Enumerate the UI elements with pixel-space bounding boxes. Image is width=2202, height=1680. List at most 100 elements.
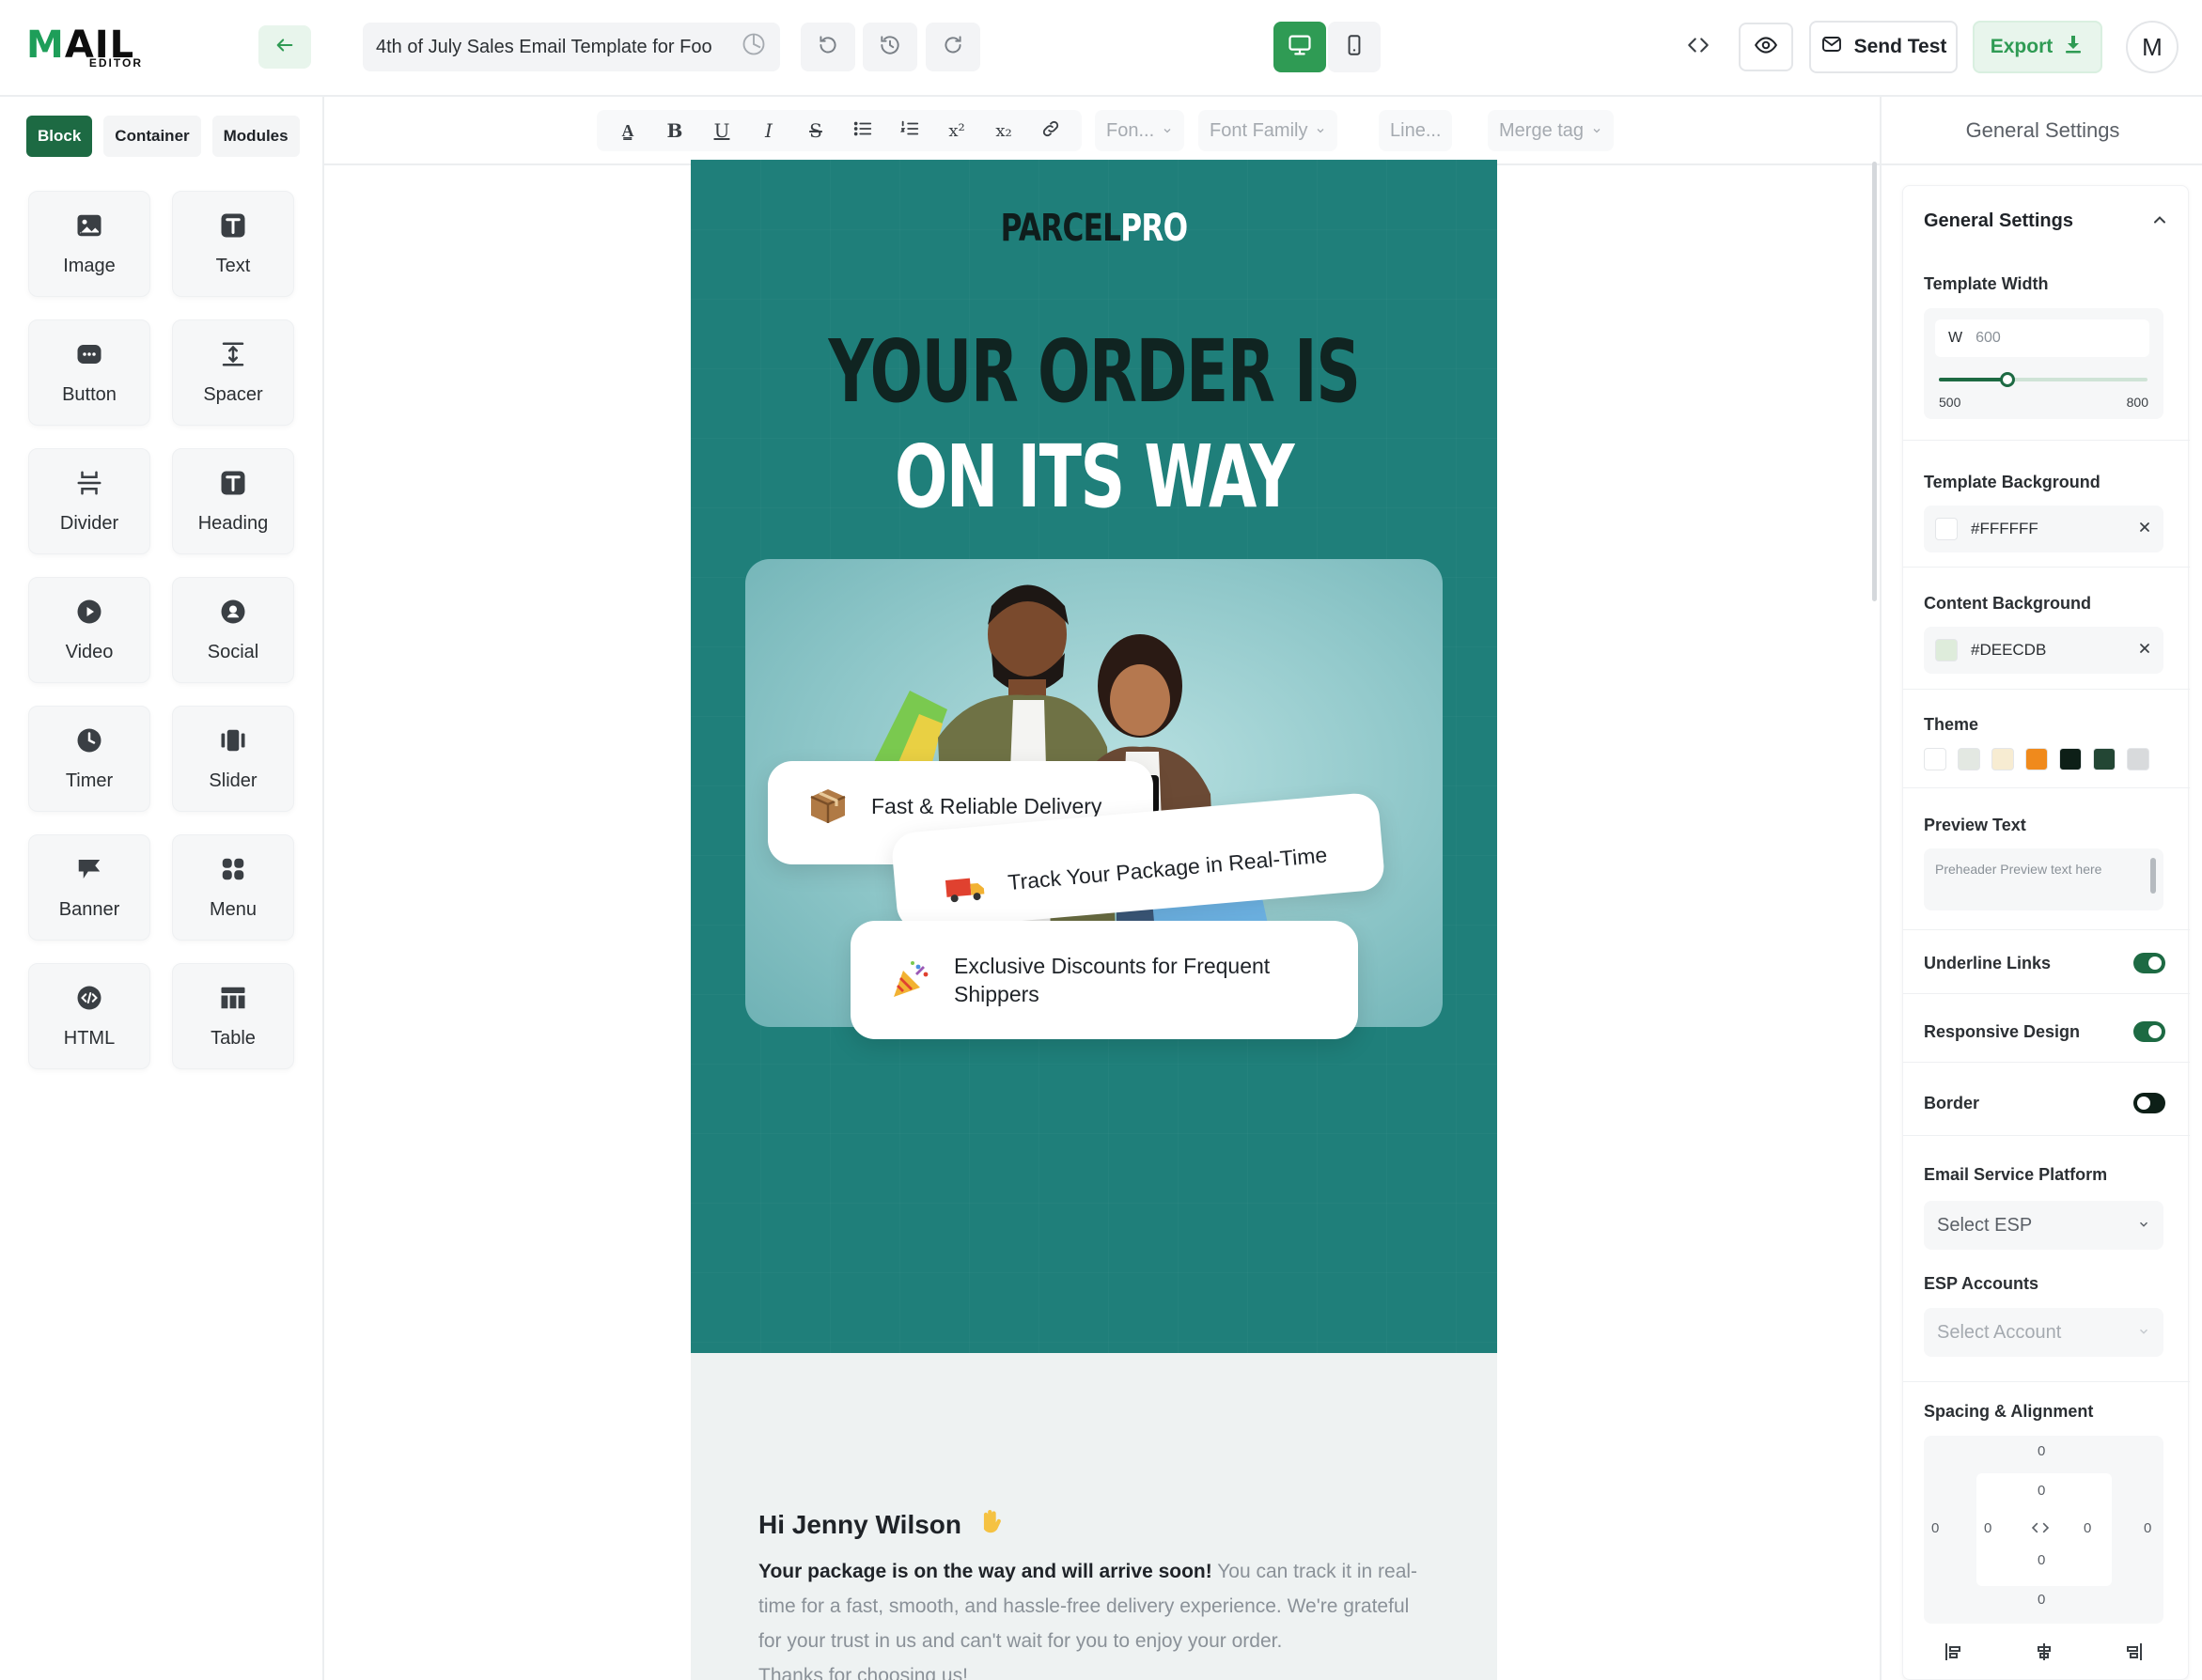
underline-button[interactable]: U — [698, 110, 745, 151]
hero-section[interactable]: PARCELPRO YOUR ORDER IS ON ITS WAY Fast … — [691, 160, 1497, 1353]
align-left-icon[interactable] — [1943, 1641, 1965, 1668]
width-input[interactable]: W 600 — [1935, 319, 2149, 357]
divider — [1903, 567, 2190, 568]
block-slider[interactable]: Slider — [172, 706, 294, 812]
line-height-select[interactable]: Line... — [1379, 110, 1453, 151]
social-icon — [219, 598, 247, 630]
merge-tag-select[interactable]: Merge tag — [1488, 110, 1615, 151]
block-banner[interactable]: Banner — [28, 834, 150, 941]
subscript-button[interactable]: x₂ — [980, 110, 1027, 151]
template-background-label: Template Background — [1924, 473, 2100, 491]
template-background-field[interactable]: #FFFFFF — [1924, 506, 2163, 552]
padding-left-value[interactable]: 0 — [1984, 1520, 1991, 1536]
block-text[interactable]: Text — [172, 191, 294, 297]
theme-color-swatch[interactable] — [1958, 748, 1980, 770]
font-family-select[interactable]: Font Family — [1198, 110, 1338, 151]
desktop-view-button[interactable] — [1273, 22, 1326, 72]
divider — [1903, 689, 2190, 690]
textarea-scrollbar[interactable] — [2150, 858, 2156, 894]
italic-button[interactable]: I — [745, 110, 792, 151]
strikethrough-button[interactable]: S — [792, 110, 839, 151]
bold-button[interactable]: B — [651, 110, 698, 151]
block-timer[interactable]: Timer — [28, 706, 150, 812]
block-image[interactable]: Image — [28, 191, 150, 297]
block-table[interactable]: Table — [172, 963, 294, 1069]
theme-color-swatch[interactable] — [2025, 748, 2048, 770]
link-button[interactable] — [1027, 110, 1074, 151]
theme-color-swatch[interactable] — [2093, 748, 2116, 770]
merge-tag-value: Merge tag — [1499, 119, 1585, 141]
margin-left-value[interactable]: 0 — [1931, 1520, 1939, 1536]
undo-button[interactable] — [801, 23, 855, 71]
email-preview[interactable]: PARCELPRO YOUR ORDER IS ON ITS WAY Fast … — [691, 160, 1497, 1680]
mobile-view-button[interactable] — [1328, 22, 1381, 72]
history-icon — [878, 33, 902, 62]
block-social[interactable]: Social — [172, 577, 294, 683]
strikethrough-icon: S — [809, 119, 822, 142]
theme-color-swatch[interactable] — [1991, 748, 2014, 770]
responsive-design-toggle[interactable] — [2133, 1021, 2165, 1042]
margin-bottom-value[interactable]: 0 — [2038, 1592, 2045, 1608]
close-icon[interactable] — [2137, 520, 2152, 539]
template-title-field[interactable]: 4th of July Sales Email Template for Foo — [363, 23, 780, 71]
chevron-down-icon — [2137, 1215, 2150, 1237]
theme-color-swatch[interactable] — [1924, 748, 1946, 770]
export-button[interactable]: Export — [1973, 21, 2102, 73]
chevron-up-icon[interactable] — [2150, 210, 2169, 234]
width-slider[interactable] — [1939, 372, 2147, 387]
block-video[interactable]: Video — [28, 577, 150, 683]
margin-top-value[interactable]: 0 — [2038, 1443, 2045, 1459]
block-heading[interactable]: Heading — [172, 448, 294, 554]
block-spacer[interactable]: Spacer — [172, 319, 294, 426]
sidebar-tabs: Block Container Modules — [26, 116, 300, 157]
border-toggle[interactable] — [2133, 1093, 2165, 1113]
tab-block[interactable]: Block — [26, 116, 93, 157]
width-prefix: W — [1948, 330, 1963, 346]
padding-top-value[interactable]: 0 — [2038, 1483, 2045, 1499]
preview-button[interactable] — [1739, 23, 1793, 71]
package-icon — [805, 784, 851, 829]
width-slider-handle[interactable] — [2000, 372, 2016, 387]
block-label: Slider — [209, 770, 258, 791]
align-center-icon[interactable] — [2033, 1641, 2055, 1668]
padding-bottom-value[interactable]: 0 — [2038, 1552, 2045, 1568]
block-menu[interactable]: Menu — [172, 834, 294, 941]
code-view-button[interactable] — [1671, 23, 1726, 71]
redo-button[interactable] — [926, 23, 980, 71]
tab-container[interactable]: Container — [103, 116, 201, 157]
save-status-icon — [741, 31, 767, 63]
align-right-icon[interactable] — [2122, 1641, 2145, 1668]
body-paragraph[interactable]: Your package is on the way and will arri… — [758, 1554, 1435, 1680]
feature-pill-discounts[interactable]: Exclusive Discounts for Frequent Shipper… — [851, 921, 1358, 1039]
block-divider[interactable]: Divider — [28, 448, 150, 554]
theme-color-swatch[interactable] — [2059, 748, 2082, 770]
feature-text: Exclusive Discounts for Frequent Shipper… — [954, 954, 1271, 1006]
greeting-heading[interactable]: Hi Jenny Wilson — [758, 1505, 1007, 1544]
code-icon — [1686, 33, 1710, 62]
underline-links-label: Underline Links — [1924, 954, 2052, 972]
underline-links-toggle[interactable] — [2133, 953, 2165, 973]
tab-modules[interactable]: Modules — [211, 116, 300, 157]
esp-select[interactable]: Select ESP — [1924, 1201, 2163, 1250]
canvas-scrollbar[interactable] — [1872, 162, 1877, 601]
preview-text-input[interactable]: Preheader Preview text here — [1924, 848, 2163, 910]
theme-color-swatch[interactable] — [2127, 748, 2149, 770]
bullet-list-button[interactable] — [839, 110, 886, 151]
back-button[interactable] — [258, 25, 311, 69]
font-size-select[interactable]: Fon... — [1095, 110, 1185, 151]
close-icon[interactable] — [2137, 641, 2152, 661]
user-avatar[interactable]: M — [2126, 21, 2179, 73]
block-button[interactable]: Button — [28, 319, 150, 426]
margin-right-value[interactable]: 0 — [2144, 1520, 2151, 1536]
padding-right-value[interactable]: 0 — [2084, 1520, 2091, 1536]
block-html[interactable]: HTML — [28, 963, 150, 1069]
numbered-list-button[interactable] — [886, 110, 933, 151]
esp-account-select[interactable]: Select Account — [1924, 1308, 2163, 1357]
app-logo: MAIL EDITOR — [26, 23, 143, 70]
undo-icon — [816, 33, 840, 62]
superscript-button[interactable]: x² — [933, 110, 980, 151]
content-background-field[interactable]: #DEECDB — [1924, 627, 2163, 674]
text-style-button[interactable]: A͇ — [604, 110, 651, 151]
history-button[interactable] — [863, 23, 917, 71]
send-test-button[interactable]: Send Test — [1809, 21, 1958, 73]
